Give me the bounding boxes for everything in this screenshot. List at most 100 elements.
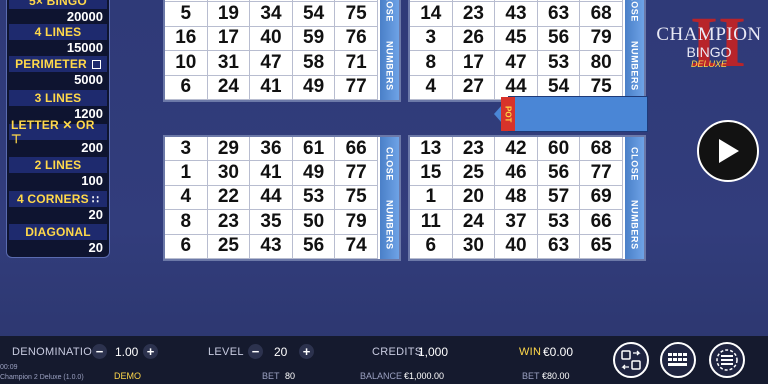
card-cell: 29 <box>207 137 251 162</box>
card-cell: 4 <box>410 75 453 100</box>
pot-panel: POT <box>494 96 648 132</box>
paytable-row: 4 CORNERS ∷ 20 <box>9 191 107 222</box>
card-cell: 8 <box>165 210 208 235</box>
card-cell: 25 <box>452 161 496 186</box>
card-cell: 30 <box>452 234 496 259</box>
card-cell: 47 <box>250 51 293 76</box>
corners-icon: ∷ <box>91 193 100 206</box>
win-value: €0.00 <box>543 345 574 359</box>
bottom-bar: DENOMINATION − 1.00 + LEVEL − 20 + CREDI… <box>0 336 768 384</box>
paytable-row: 4 LINES 15000 <box>9 24 107 55</box>
card-side-close-label: CLOSE <box>629 0 640 22</box>
card-cell: 23 <box>207 210 251 235</box>
card-side-tab[interactable]: CLOSE NUMBERS <box>625 0 644 100</box>
denomination-decrease-button[interactable]: − <box>92 344 107 359</box>
paytable-value: 20 <box>88 207 103 222</box>
card-side-numbers-label: NUMBERS <box>384 199 395 250</box>
card-cell: 23 <box>452 2 496 27</box>
card-cell: 6 <box>165 234 208 259</box>
win-label: WIN <box>519 346 542 358</box>
card-cell: 10 <box>165 51 208 76</box>
card-cell: 79 <box>580 26 623 52</box>
card-side-tab[interactable]: CLOSE NUMBERS <box>380 137 399 259</box>
paytable-value: 100 <box>81 173 103 188</box>
paytable-value: 200 <box>81 140 103 155</box>
card-side-tab[interactable]: CLOSE NUMBERS <box>625 137 644 259</box>
play-button[interactable] <box>697 120 759 182</box>
card-cell: 34 <box>250 2 293 27</box>
card-side-numbers-label: NUMBERS <box>629 40 640 91</box>
card-cell: 68 <box>580 137 623 162</box>
card-cell: 40 <box>495 234 538 259</box>
card-side-tab[interactable]: CLOSE NUMBERS <box>380 0 399 100</box>
card-cell: 63 <box>537 2 581 27</box>
paytable-label: LETTER ✕ OR ⊤ <box>9 118 107 146</box>
bingo-card-3[interactable]: 3 29 36 61 66 1 30 41 49 77 4 22 44 53 75 8 23 35 50 79 6 25 4… <box>163 135 401 261</box>
card-cell: 56 <box>537 26 581 52</box>
credits-value: 1,000 <box>418 345 449 359</box>
card-cell: 54 <box>292 2 336 27</box>
paytable-value: 5000 <box>74 72 103 87</box>
card-cell: 6 <box>410 234 453 259</box>
bet-value: 80 <box>285 371 296 381</box>
card-cell: 4 <box>165 185 208 211</box>
denomination-increase-button[interactable]: + <box>143 344 158 359</box>
card-cell: 59 <box>292 26 336 52</box>
paytable-row: DIAGONAL 20 <box>9 224 107 255</box>
paytable-label: 4 LINES <box>9 24 107 40</box>
card-cell: 66 <box>335 137 378 162</box>
card-cell: 3 <box>410 26 453 52</box>
card-selector-button[interactable] <box>660 342 696 378</box>
card-cell: 26 <box>452 26 496 52</box>
level-decrease-button[interactable]: − <box>248 344 263 359</box>
mode-label: DEMO <box>114 371 141 381</box>
paytable-label-text: 2 LINES <box>34 158 82 172</box>
level-label: LEVEL <box>208 346 244 358</box>
card-cell: 61 <box>292 137 336 162</box>
logo-title: CHAMPION <box>656 24 762 45</box>
version-label: Champion 2 Deluxe (1.0.0) <box>0 374 84 381</box>
card-cell: 46 <box>495 161 538 186</box>
card-cell: 74 <box>335 234 378 259</box>
menu-icon <box>716 349 738 371</box>
level-increase-button[interactable]: + <box>299 344 314 359</box>
card-cell: 15 <box>410 161 453 186</box>
card-cell: 43 <box>495 2 538 27</box>
bingo-card-2[interactable]: 14 23 43 63 68 3 26 45 56 79 8 17 47 53 80 4 27 44 54 75 CLO… <box>408 0 646 102</box>
bingo-card-1[interactable]: 5 19 34 54 75 16 17 40 59 76 10 31 47 58 71 6 24 41 49 77 CL… <box>163 0 401 102</box>
card-cell: 42 <box>495 137 538 162</box>
paytable-label: DIAGONAL <box>9 224 107 240</box>
autoplay-button[interactable] <box>613 342 649 378</box>
paytable-row: 3 LINES 1200 <box>9 90 107 121</box>
level-value: 20 <box>274 345 288 359</box>
card-cell: 5 <box>165 2 208 27</box>
card-cell: 17 <box>207 26 251 52</box>
paytable-value: 20 <box>88 240 103 255</box>
card-cell: 40 <box>250 26 293 52</box>
card-cell: 69 <box>580 185 623 211</box>
bet-total-value: €80.00 <box>542 371 570 381</box>
card-cell: 53 <box>537 51 581 76</box>
bingo-card-4[interactable]: 13 23 42 60 68 15 25 46 56 77 1 20 48 57 69 11 24 37 53 66 6… <box>408 135 646 261</box>
logo-subtitle: BINGO <box>686 44 732 60</box>
paytable-row: PERIMETER 5000 <box>9 56 107 87</box>
menu-button[interactable] <box>709 342 745 378</box>
card-cell: 79 <box>335 210 378 235</box>
paytable-label-text: PERIMETER <box>15 57 87 71</box>
paytable-label-text: DIAGONAL <box>25 225 91 239</box>
card-cell: 56 <box>537 161 581 186</box>
card-cell: 68 <box>580 2 623 27</box>
card-cell: 17 <box>452 51 496 76</box>
bet-total-label: BET <box>522 371 540 381</box>
card-cell: 14 <box>410 2 453 27</box>
card-cell: 53 <box>292 185 336 211</box>
card-cell: 77 <box>335 75 378 100</box>
card-cell: 27 <box>452 75 496 100</box>
card-cell: 53 <box>537 210 581 235</box>
card-side-close-label: CLOSE <box>629 146 640 181</box>
card-side-close-label: CLOSE <box>384 146 395 181</box>
game-logo: II CHAMPION BINGO DELUXE <box>650 6 768 82</box>
play-icon <box>719 139 739 163</box>
card-cell: 43 <box>250 234 293 259</box>
paytable-label: PERIMETER <box>9 56 107 72</box>
